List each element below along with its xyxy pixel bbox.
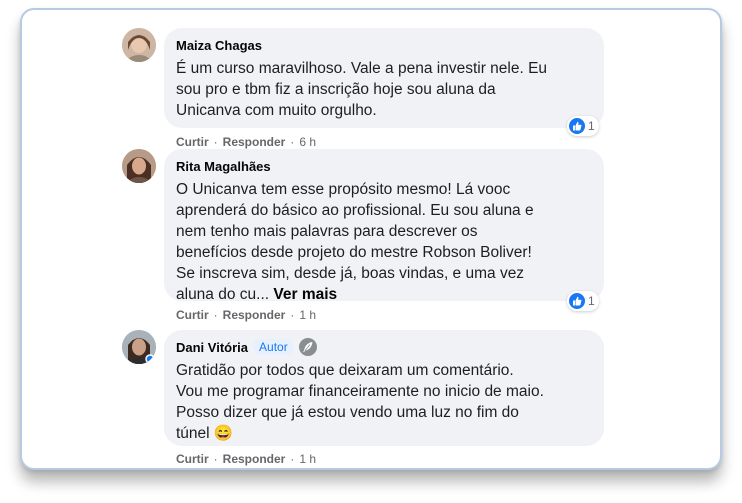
- like-button[interactable]: Curtir: [176, 452, 209, 466]
- comment-text: Gratidão por todos que deixaram um comen…: [176, 360, 592, 444]
- comment-text: O Unicanva tem esse propósito mesmo! Lá …: [176, 179, 592, 305]
- comment-text-body: O Unicanva tem esse propósito mesmo! Lá …: [176, 181, 534, 303]
- like-icon: [569, 118, 585, 134]
- reply-button[interactable]: Responder: [223, 452, 286, 466]
- author-name[interactable]: Rita Magalhães: [176, 159, 271, 174]
- comment-actions: Curtir · Responder · 6 h: [176, 135, 317, 149]
- timestamp[interactable]: 1 h: [299, 308, 316, 322]
- see-more-link[interactable]: Ver mais: [273, 286, 337, 303]
- author-name[interactable]: Dani Vitória: [176, 340, 248, 355]
- smile-emoji: 😄: [213, 425, 234, 442]
- author-badge: Autor: [254, 339, 293, 355]
- comment-text: É um curso maravilhoso. Vale a pena inve…: [176, 60, 548, 119]
- feather-icon: [298, 338, 317, 356]
- comment-bubble: Dani Vitória Autor Gratidão por todos qu…: [164, 330, 604, 446]
- author-name[interactable]: Maiza Chagas: [176, 38, 262, 53]
- comments-card: Maiza Chagas É um curso maravilhoso. Val…: [20, 8, 722, 470]
- reaction-count: 1: [588, 294, 595, 308]
- reply-button[interactable]: Responder: [223, 308, 286, 322]
- comment-author[interactable]: Dani Vitória Autor: [176, 338, 592, 356]
- timestamp[interactable]: 1 h: [299, 452, 316, 466]
- reaction-count: 1: [588, 119, 595, 133]
- reaction-summary[interactable]: 1: [567, 291, 599, 311]
- like-button[interactable]: Curtir: [176, 308, 209, 322]
- avatar[interactable]: [122, 330, 156, 364]
- comment-bubble: Rita Magalhães O Unicanva tem esse propó…: [164, 149, 604, 303]
- comment-author[interactable]: Rita Magalhães: [176, 157, 592, 175]
- comment-bubble: Maiza Chagas É um curso maravilhoso. Val…: [164, 28, 604, 128]
- comment-actions: Curtir · Responder · 1 h: [176, 308, 317, 322]
- avatar[interactable]: [122, 28, 156, 62]
- timestamp[interactable]: 6 h: [299, 135, 316, 149]
- like-icon: [569, 293, 585, 309]
- reaction-summary[interactable]: 1: [567, 116, 599, 136]
- like-button[interactable]: Curtir: [176, 135, 209, 149]
- avatar[interactable]: [122, 149, 156, 183]
- comment-author[interactable]: Maiza Chagas: [176, 36, 592, 54]
- reply-button[interactable]: Responder: [223, 135, 286, 149]
- comment-actions: Curtir · Responder · 1 h: [176, 452, 317, 466]
